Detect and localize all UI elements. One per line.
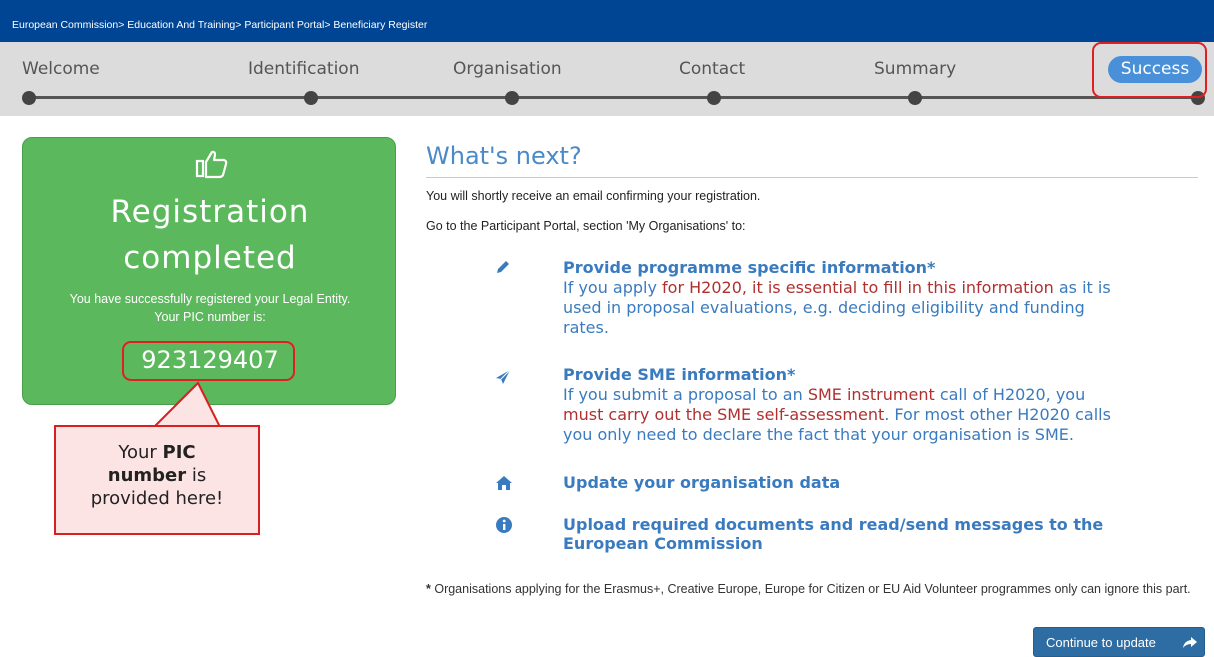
text-emphasis: for H2020, it is essential to fill in th…: [662, 278, 1054, 297]
callout-text: Your PIC number is provided here!: [54, 441, 260, 510]
callout-text-part: Your: [118, 442, 163, 463]
footnote: * Organisations applying for the Erasmus…: [426, 580, 1201, 598]
text-part: . For most other H2020 calls: [884, 405, 1111, 424]
footnote-text: Organisations applying for the Erasmus+,…: [430, 582, 1191, 596]
text-part: If you submit a proposal to an: [563, 385, 808, 404]
title-divider: [426, 177, 1198, 178]
continue-button-label: Continue to update: [1046, 635, 1156, 650]
continue-to-update-button[interactable]: Continue to update: [1033, 627, 1205, 657]
step-summary: Summary: [874, 59, 957, 79]
top-bar: European Commission> Education And Train…: [0, 0, 1214, 42]
text-part: call of H2020, you: [934, 385, 1086, 404]
thumbs-up-icon: [195, 150, 228, 179]
info-circle-icon: [496, 517, 512, 533]
text-part: you only need to declare the fact that y…: [563, 425, 1074, 444]
step-contact: Contact: [679, 59, 746, 79]
text-part: as it is: [1053, 278, 1111, 297]
home-icon: [496, 476, 512, 490]
breadcrumb: European Commission> Education And Train…: [12, 19, 427, 31]
pic-highlight-box: [122, 341, 295, 381]
programme-info-text: If you apply for H2020, it is essential …: [563, 278, 1198, 338]
step-dot-identification: [304, 91, 318, 105]
registration-title-line2: completed: [123, 240, 297, 276]
programme-info-heading[interactable]: Provide programme specific information*: [563, 258, 935, 277]
whats-next-title: What's next?: [426, 142, 582, 170]
update-organisation-heading[interactable]: Update your organisation data: [563, 473, 840, 492]
breadcrumb-separator: >: [235, 19, 245, 31]
intro-portal-text: Go to the Participant Portal, section 'M…: [426, 219, 746, 233]
callout-text-part: is: [186, 465, 207, 486]
registration-title-line1: Registration: [110, 194, 310, 230]
step-dot-summary: [908, 91, 922, 105]
share-arrow-icon: [1183, 637, 1197, 648]
text-part: used in proposal evaluations, e.g. decid…: [563, 298, 1085, 317]
steps-progress-line: [28, 96, 1200, 99]
pic-label: Your PIC number is:: [154, 310, 266, 324]
text-emphasis: must carry out the SME self-assessment: [563, 405, 885, 424]
callout-pointer: [151, 381, 222, 429]
paper-plane-icon: [496, 369, 511, 384]
wizard-steps: Welcome Identification Organisation Cont…: [0, 42, 1214, 116]
intro-email-text: You will shortly receive an email confir…: [426, 189, 761, 203]
step-dot-contact: [707, 91, 721, 105]
breadcrumb-item-portal[interactable]: Participant Portal: [244, 19, 324, 31]
step-organisation: Organisation: [453, 59, 562, 79]
step-welcome: Welcome: [22, 59, 100, 79]
text-emphasis: SME instrument: [807, 385, 935, 404]
step-dot-organisation: [505, 91, 519, 105]
callout-text-bold: PIC: [162, 442, 196, 463]
heading-line: European Commission: [563, 534, 763, 553]
breadcrumb-item-commission[interactable]: European Commission: [12, 19, 118, 31]
step-dot-welcome: [22, 91, 36, 105]
sme-info-heading[interactable]: Provide SME information*: [563, 365, 795, 384]
heading-line: Upload required documents and read/send …: [563, 515, 1104, 534]
callout-text-bold: number: [107, 465, 187, 486]
pencil-icon: [497, 261, 509, 273]
upload-documents-heading[interactable]: Upload required documents and read/send …: [563, 515, 1103, 553]
sme-info-text: If you submit a proposal to an SME instr…: [563, 385, 1198, 445]
text-part: If you apply: [563, 278, 663, 297]
success-message: You have successfully registered your Le…: [69, 292, 351, 306]
breadcrumb-item-education[interactable]: Education And Training: [127, 19, 235, 31]
breadcrumb-item-register: Beneficiary Register: [333, 19, 428, 31]
success-highlight-box: [1092, 42, 1207, 98]
breadcrumb-separator: >: [118, 19, 128, 31]
step-identification: Identification: [248, 59, 360, 79]
text-part: rates.: [563, 318, 609, 337]
callout-text-part: provided here!: [90, 488, 224, 509]
